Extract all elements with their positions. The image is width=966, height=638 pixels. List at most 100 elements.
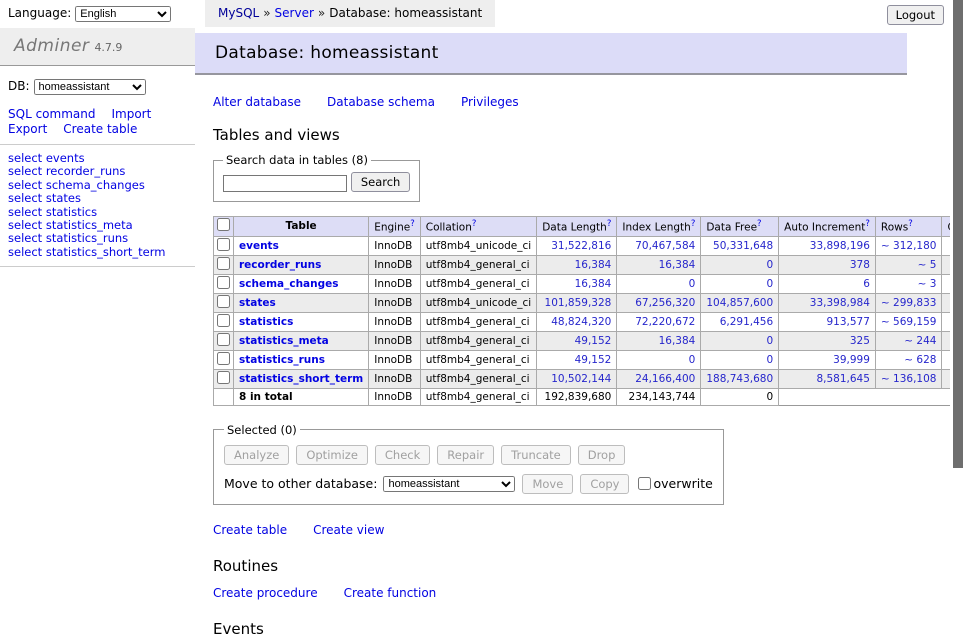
- bulk-action-button: Optimize: [296, 445, 368, 465]
- sidebar-table-link[interactable]: select statistics: [8, 206, 195, 218]
- row-checkbox[interactable]: [217, 295, 230, 308]
- column-header: Engine?: [369, 217, 421, 237]
- routine-link[interactable]: Create procedure: [213, 586, 318, 600]
- rows-cell: ~ 299,833: [875, 293, 942, 312]
- column-help-link[interactable]: ?: [865, 219, 870, 229]
- row-select-cell: [214, 255, 234, 274]
- row-checkbox[interactable]: [217, 276, 230, 289]
- sidebar: Language:English Adminer4.7.9 DB:homeass…: [0, 0, 195, 543]
- data-length-cell: 101,859,328: [537, 293, 617, 312]
- sidebar-table-link[interactable]: select statistics_meta: [8, 219, 195, 231]
- table-name-link[interactable]: statistics_runs: [239, 354, 325, 366]
- search-input[interactable]: [223, 175, 347, 192]
- table-name-link[interactable]: statistics_meta: [239, 335, 329, 347]
- select-all-checkbox[interactable]: [217, 218, 230, 231]
- overwrite-checkbox[interactable]: [638, 477, 651, 490]
- table-name-cell: recorder_runs: [234, 255, 369, 274]
- column-help-link[interactable]: ?: [908, 219, 913, 229]
- row-select-cell: [214, 331, 234, 350]
- move-label: Move to other database:: [224, 476, 377, 491]
- breadcrumb: MySQL»Server»Database: homeassistant: [205, 0, 495, 27]
- table-header: TableEngine?Collation?Data Length?Index …: [214, 217, 966, 237]
- sidebar-table-link[interactable]: select statistics_short_term: [8, 246, 195, 258]
- data-length-cell: 16,384: [537, 274, 617, 293]
- create-link[interactable]: Create view: [313, 523, 384, 537]
- database-nav-links: Alter database Database schema Privileges: [213, 95, 907, 109]
- data-free-cell: 188,743,680: [701, 369, 779, 388]
- row-checkbox[interactable]: [217, 238, 230, 251]
- row-select-cell: [214, 293, 234, 312]
- sidebar-divider-top: [0, 144, 195, 145]
- table-row: statistics_metaInnoDButf8mb4_general_ci4…: [214, 331, 966, 350]
- scrollbar-thumb[interactable]: [953, 0, 963, 468]
- row-checkbox[interactable]: [217, 314, 230, 327]
- sidebar-table-link[interactable]: select schema_changes: [8, 179, 195, 191]
- auto-increment-cell: 378: [779, 255, 876, 274]
- db-select[interactable]: homeassistant: [34, 79, 146, 95]
- table-name-link[interactable]: statistics: [239, 316, 293, 328]
- logout-button[interactable]: Logout: [887, 5, 944, 25]
- column-help-link[interactable]: ?: [691, 219, 696, 229]
- routines-heading: Routines: [213, 557, 907, 575]
- row-checkbox[interactable]: [217, 333, 230, 346]
- collation-cell: utf8mb4_general_ci: [420, 312, 536, 331]
- table-row: schema_changesInnoDButf8mb4_general_ci16…: [214, 274, 966, 293]
- routine-link[interactable]: Create function: [344, 586, 437, 600]
- sidebar-table-link[interactable]: select statistics_runs: [8, 232, 195, 244]
- vertical-scrollbar: [950, 0, 966, 543]
- rows-cell: ~ 628: [875, 350, 942, 369]
- table-name-link[interactable]: states: [239, 297, 276, 309]
- rows-cell: ~ 3: [875, 274, 942, 293]
- index-length-cell: 0: [617, 350, 701, 369]
- sidebar-table-link[interactable]: select events: [8, 152, 195, 164]
- sidebar-table-link[interactable]: select states: [8, 192, 195, 204]
- bulk-action-button: Check: [375, 445, 430, 465]
- main-content: MySQL»Server»Database: homeassistant Dat…: [195, 0, 907, 638]
- column-header-label: Data Length: [542, 222, 607, 234]
- engine-cell: InnoDB: [369, 331, 421, 350]
- rows-cell: ~ 312,180: [875, 236, 942, 255]
- adminer-logo: Adminer4.7.9: [0, 28, 195, 66]
- breadcrumb-server-link[interactable]: Server: [275, 6, 314, 20]
- column-help-link[interactable]: ?: [607, 219, 612, 229]
- collation-cell: utf8mb4_general_ci: [420, 274, 536, 293]
- auto-increment-cell: 8,581,645: [779, 369, 876, 388]
- db-nav-link[interactable]: Database schema: [327, 95, 435, 109]
- row-checkbox[interactable]: [217, 371, 230, 384]
- language-select[interactable]: English: [75, 6, 171, 22]
- column-help-link[interactable]: ?: [757, 219, 762, 229]
- total-index-length: 234,143,744: [617, 388, 701, 405]
- sidebar-link[interactable]: SQL command: [8, 107, 95, 121]
- column-help-link[interactable]: ?: [472, 219, 477, 229]
- sidebar-table-link[interactable]: select recorder_runs: [8, 165, 195, 177]
- search-button[interactable]: Search: [351, 172, 411, 192]
- breadcrumb-server-type-link[interactable]: MySQL: [218, 6, 259, 20]
- breadcrumb-current: Database: homeassistant: [329, 6, 482, 20]
- data-free-cell: 6,291,456: [701, 312, 779, 331]
- db-nav-link[interactable]: Privileges: [461, 95, 519, 109]
- table-row: statesInnoDButf8mb4_unicode_ci101,859,32…: [214, 293, 966, 312]
- sidebar-link[interactable]: Import: [111, 107, 151, 121]
- content-area: Alter databaseDatabase schemaPrivileges …: [195, 95, 907, 638]
- create-link[interactable]: Create table: [213, 523, 287, 537]
- bulk-action-button: Drop: [578, 445, 626, 465]
- sidebar-link[interactable]: Create table: [63, 122, 137, 136]
- row-checkbox[interactable]: [217, 352, 230, 365]
- table-name-link[interactable]: events: [239, 240, 279, 252]
- row-select-cell: [214, 312, 234, 331]
- table-name-link[interactable]: recorder_runs: [239, 259, 321, 271]
- move-button: Move: [522, 474, 573, 494]
- table-name-link[interactable]: statistics_short_term: [239, 373, 363, 385]
- move-db-select[interactable]: homeassistant: [383, 476, 515, 492]
- table-name-link[interactable]: schema_changes: [239, 278, 339, 290]
- data-free-cell: 0: [701, 350, 779, 369]
- total-engine: InnoDB: [369, 388, 421, 405]
- brand-version: 4.7.9: [94, 41, 122, 54]
- data-length-cell: 49,152: [537, 350, 617, 369]
- column-help-link[interactable]: ?: [410, 219, 415, 229]
- row-checkbox[interactable]: [217, 257, 230, 270]
- column-header-label: Engine: [374, 222, 410, 234]
- sidebar-link[interactable]: Export: [8, 122, 47, 136]
- db-nav-link[interactable]: Alter database: [213, 95, 301, 109]
- bulk-action-button: Truncate: [501, 445, 571, 465]
